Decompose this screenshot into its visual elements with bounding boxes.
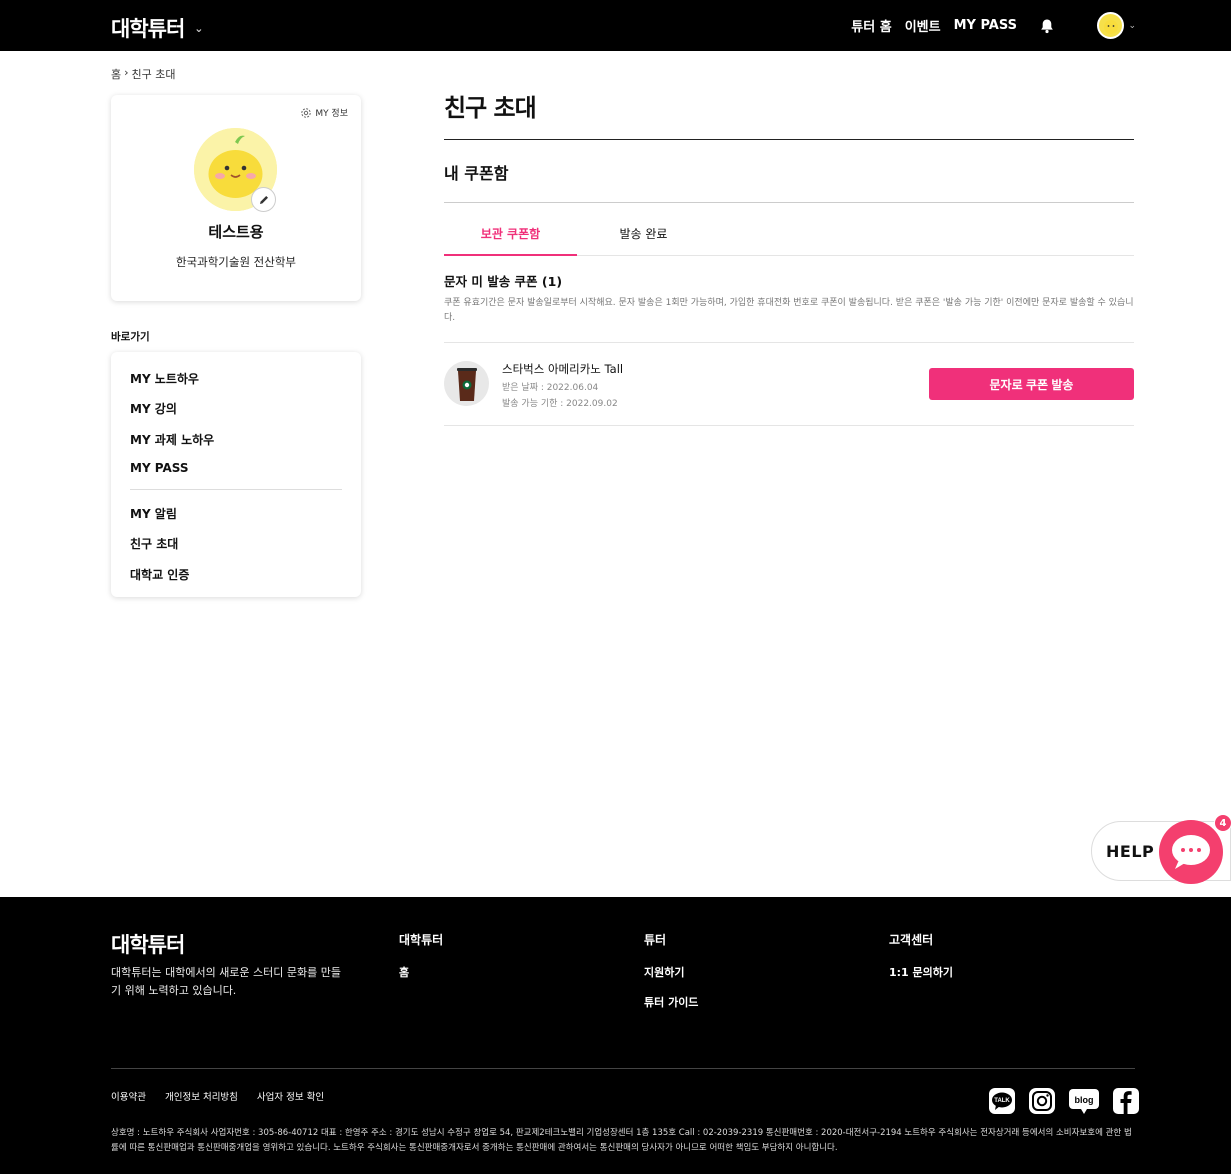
nav-tutor-home[interactable]: 튜터 홈 <box>851 16 891 35</box>
instagram-icon[interactable] <box>1028 1087 1056 1115</box>
breadcrumb: 홈 › 친구 초대 <box>111 66 176 82</box>
edit-avatar-button[interactable] <box>251 187 276 212</box>
coupon-product-image <box>444 361 489 406</box>
footer-logo: 대학튜터 <box>111 933 185 957</box>
chevron-right-icon: › <box>124 66 129 79</box>
footer-link-home[interactable]: 홈 <box>399 964 443 980</box>
social-links: TALK blog <box>988 1087 1140 1115</box>
chat-icon <box>1172 835 1210 869</box>
footer-legal-text: 상호명 : 노트하우 주식회사 사업자번호 : 305-86-40712 대표 … <box>111 1128 1132 1153</box>
footer-col-support: 고객센터 1:1 문의하기 <box>889 931 953 994</box>
tab-stored-coupons[interactable]: 보관 쿠폰함 <box>444 225 577 242</box>
sidebar-item-invite-friend[interactable]: 친구 초대 <box>130 535 178 552</box>
footer-link-terms[interactable]: 이용약관 <box>111 1089 146 1103</box>
tab-sent-complete[interactable]: 발송 완료 <box>577 225 710 242</box>
footer-link-business-info[interactable]: 사업자 정보 확인 <box>257 1089 324 1103</box>
blog-text: blog <box>1075 1095 1094 1105</box>
footer-col-title: 고객센터 <box>889 933 934 947</box>
list-bottom-divider <box>444 425 1134 426</box>
footer-link-tutor-guide[interactable]: 튜터 가이드 <box>644 994 698 1010</box>
sidebar-item-my-assignment[interactable]: MY 과제 노하우 <box>130 431 214 448</box>
bell-icon[interactable] <box>1039 18 1055 34</box>
help-chat-button[interactable]: HELP 4 <box>1091 814 1231 884</box>
profile-card: MY 정보 테스트용 한국과학기술원 전산학부 <box>111 95 361 301</box>
subtitle-divider <box>444 202 1134 203</box>
coupon-description: 쿠폰 유효기간은 문자 발송일로부터 시작해요. 문자 발송은 1회만 가능하며… <box>444 298 1134 323</box>
footer-col-tutor: 튜터 지원하기 튜터 가이드 <box>644 931 698 1024</box>
menu-divider <box>130 489 342 490</box>
my-info-label[interactable]: MY 정보 <box>315 106 348 119</box>
footer-link-inquiry[interactable]: 1:1 문의하기 <box>889 964 953 980</box>
blog-icon[interactable]: blog <box>1068 1087 1100 1115</box>
logo[interactable]: 대학튜터 ⌄ <box>111 13 204 43</box>
logo-text[interactable]: 대학튜터 <box>111 13 185 43</box>
shortcut-menu: MY 노트하우 MY 강의 MY 과제 노하우 MY PASS MY 알림 친구… <box>111 352 361 597</box>
footer: 대학튜터 대학튜터는 대학에서의 새로운 스터디 문화를 만들기 위해 노력하고… <box>0 897 1231 1174</box>
pencil-icon[interactable] <box>258 194 270 206</box>
help-label[interactable]: HELP <box>1106 842 1154 861</box>
footer-col-company: 대학튜터 홈 <box>399 931 443 994</box>
footer-col-title: 튜터 <box>644 933 667 947</box>
profile-name: 테스트용 <box>208 223 264 241</box>
sidebar-item-university-auth[interactable]: 대학교 인증 <box>130 566 189 583</box>
my-info-link[interactable]: MY 정보 <box>300 106 348 119</box>
sidebar-item-my-pass[interactable]: MY PASS <box>130 461 189 475</box>
title-divider <box>444 139 1134 140</box>
shortcut-title: 바로가기 <box>111 331 150 343</box>
chat-bubble-icon[interactable] <box>1159 820 1223 884</box>
page-title: 친구 초대 <box>444 94 537 122</box>
facebook-icon[interactable] <box>1112 1087 1140 1115</box>
nav-my-pass[interactable]: MY PASS <box>954 18 1017 33</box>
kakaotalk-icon[interactable]: TALK <box>988 1087 1016 1115</box>
sidebar-item-my-alarm[interactable]: MY 알림 <box>130 505 177 522</box>
chevron-down-icon[interactable]: ⌄ <box>194 22 203 35</box>
coupon-box-title: 내 쿠폰함 <box>444 164 509 183</box>
gear-icon[interactable] <box>300 107 312 119</box>
active-tab-indicator <box>444 254 577 256</box>
chick-icon <box>1103 19 1118 34</box>
footer-bottom-links: 이용약관 개인정보 처리방침 사업자 정보 확인 <box>111 1089 324 1103</box>
top-header: 대학튜터 ⌄ 튜터 홈 이벤트 MY PASS ⌄ <box>0 0 1231 51</box>
chevron-down-icon[interactable]: ⌄ <box>1128 21 1136 31</box>
send-coupon-sms-button[interactable]: 문자로 쿠폰 발송 <box>929 368 1134 400</box>
footer-link-privacy[interactable]: 개인정보 처리방침 <box>165 1089 238 1103</box>
list-top-divider <box>444 342 1134 343</box>
footer-col-title: 대학튜터 <box>399 933 444 947</box>
breadcrumb-home[interactable]: 홈 <box>111 66 121 82</box>
sidebar-item-my-notehow[interactable]: MY 노트하우 <box>130 370 199 387</box>
avatar[interactable] <box>1097 12 1125 39</box>
svg-text:TALK: TALK <box>994 1098 1010 1104</box>
nav-event[interactable]: 이벤트 <box>905 16 941 35</box>
notification-badge: 4 <box>1214 814 1231 832</box>
coupon-send-deadline: 발송 가능 기한 : 2022.09.02 <box>502 399 618 409</box>
footer-intro: 대학튜터는 대학에서의 새로운 스터디 문화를 만들기 위해 노력하고 있습니다… <box>111 966 342 997</box>
breadcrumb-current: 친구 초대 <box>131 68 176 81</box>
footer-divider <box>111 1068 1135 1069</box>
profile-department: 한국과학기술원 전산학부 <box>175 255 297 269</box>
iced-coffee-icon <box>456 367 477 401</box>
sidebar-item-my-lecture[interactable]: MY 강의 <box>130 400 177 417</box>
coupon-name: 스타벅스 아메리카노 Tall <box>502 362 624 376</box>
top-nav: 튜터 홈 이벤트 MY PASS <box>851 0 1055 51</box>
footer-link-apply[interactable]: 지원하기 <box>644 964 698 980</box>
section-title: 문자 미 발송 쿠폰 (1) <box>444 274 563 289</box>
coupon-received-date: 받은 날짜 : 2022.06.04 <box>502 383 599 393</box>
user-avatar-menu[interactable]: ⌄ <box>1097 12 1136 39</box>
